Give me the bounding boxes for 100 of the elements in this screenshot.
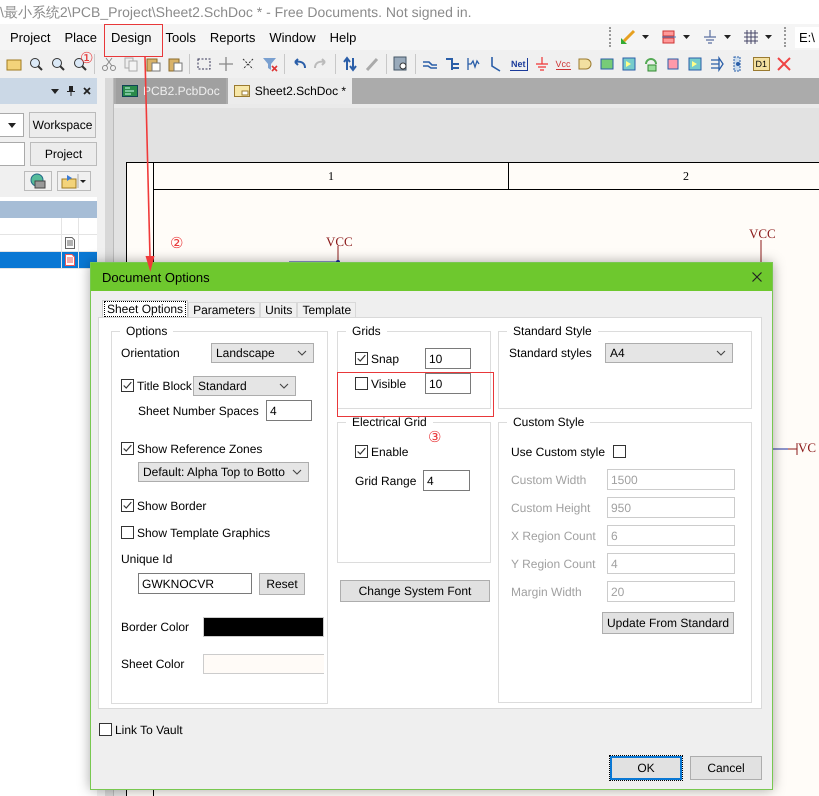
menu-item[interactable]: Help bbox=[330, 30, 356, 44]
globe-chip-icon[interactable] bbox=[24, 170, 52, 190]
inspect-icon[interactable] bbox=[393, 56, 409, 72]
ground-icon[interactable] bbox=[534, 56, 550, 72]
connector-icon[interactable] bbox=[708, 56, 725, 72]
move-icon[interactable] bbox=[218, 56, 234, 72]
part-label-tool[interactable]: D1 bbox=[752, 57, 770, 71]
input-field[interactable]: GWKNOCVR bbox=[138, 573, 252, 594]
checkbox[interactable] bbox=[121, 526, 134, 539]
input-field[interactable]: 4 bbox=[423, 470, 470, 491]
dropdown-icon[interactable] bbox=[51, 88, 59, 94]
checkbox[interactable] bbox=[613, 445, 626, 458]
ground-icon[interactable] bbox=[702, 29, 718, 45]
checkbox[interactable] bbox=[355, 377, 368, 390]
menu-item[interactable]: Reports bbox=[210, 30, 256, 44]
circuit-board-icon bbox=[122, 85, 138, 97]
step-number: ① bbox=[80, 50, 94, 66]
paste-icon[interactable] bbox=[145, 56, 161, 72]
chip-icon[interactable] bbox=[664, 56, 681, 72]
delete-icon[interactable] bbox=[776, 56, 792, 72]
update-from-standard-button[interactable]: Update From Standard bbox=[602, 612, 734, 634]
menu-item[interactable]: Place bbox=[64, 30, 97, 44]
align-icon[interactable] bbox=[661, 29, 677, 45]
step-number: ③ bbox=[428, 429, 442, 445]
bus-icon[interactable] bbox=[444, 56, 460, 72]
workspace-dropdown[interactable] bbox=[0, 113, 24, 137]
sheet-icon bbox=[234, 85, 250, 97]
menu-item[interactable]: Project bbox=[10, 30, 50, 44]
power-port-tool[interactable]: Vcc bbox=[556, 58, 571, 70]
copy-icon[interactable] bbox=[123, 56, 139, 72]
scissors-icon[interactable] bbox=[101, 56, 117, 72]
zoom-area-icon[interactable] bbox=[50, 56, 66, 72]
checkbox[interactable] bbox=[355, 445, 368, 458]
field-label: Standard styles bbox=[509, 346, 593, 360]
grid-icon[interactable] bbox=[743, 29, 759, 45]
input-field[interactable]: 10 bbox=[425, 373, 471, 394]
input-field[interactable]: 4 bbox=[266, 400, 312, 421]
project-field[interactable] bbox=[0, 142, 25, 166]
paste-icon[interactable] bbox=[167, 56, 183, 72]
pin-icon[interactable] bbox=[67, 86, 75, 96]
field-label: Grid Range bbox=[355, 474, 418, 488]
checkbox[interactable] bbox=[99, 723, 112, 736]
checkbox[interactable] bbox=[355, 352, 368, 365]
checkbox[interactable] bbox=[121, 379, 134, 392]
checkbox[interactable] bbox=[121, 499, 134, 512]
net-label: VCC bbox=[749, 226, 776, 242]
tab[interactable]: Sheet Options bbox=[102, 300, 188, 317]
field-label: Margin Width bbox=[511, 584, 583, 598]
tab[interactable]: Units bbox=[260, 302, 298, 317]
menu-item[interactable]: Window bbox=[269, 30, 316, 44]
workspace-button[interactable]: Workspace bbox=[29, 112, 96, 138]
filter-icon[interactable] bbox=[262, 56, 278, 72]
close-icon[interactable] bbox=[752, 272, 762, 282]
menu-item[interactable]: Design bbox=[111, 30, 152, 44]
caret-icon[interactable] bbox=[683, 35, 690, 39]
field-label: Border Color bbox=[121, 620, 190, 634]
dialog-button[interactable]: Cancel bbox=[690, 756, 762, 780]
change-font-button[interactable]: Change System Font bbox=[340, 580, 490, 602]
port-icon[interactable] bbox=[686, 56, 703, 72]
chevron-icon bbox=[716, 350, 726, 356]
checkbox-label: Show Border bbox=[137, 498, 206, 512]
orientation-dropdown[interactable]: Landscape bbox=[211, 342, 314, 362]
path-field[interactable]: E:\ bbox=[795, 26, 819, 48]
checkbox[interactable] bbox=[121, 442, 134, 455]
zone-number: 2 bbox=[509, 163, 819, 189]
checkbox-label: Enable bbox=[371, 444, 408, 458]
ruler-pencil-icon[interactable] bbox=[620, 29, 636, 45]
color-swatch[interactable] bbox=[203, 654, 324, 674]
component-icon[interactable] bbox=[598, 56, 615, 72]
dialog-title: Document Options bbox=[102, 270, 210, 284]
document-tab[interactable]: Sheet2.SchDoc * bbox=[228, 78, 352, 104]
checkbox-label: Title Block bbox=[137, 378, 192, 392]
caret-icon[interactable] bbox=[724, 35, 731, 39]
bus-entry-icon[interactable] bbox=[466, 56, 482, 72]
project-button[interactable]: Project bbox=[30, 142, 97, 166]
field-label: Custom Height bbox=[511, 500, 592, 514]
field-label: Sheet Color bbox=[121, 656, 186, 670]
zone-number: 1 bbox=[154, 163, 509, 189]
reference-zones-dropdown[interactable]: Default: Alpha Top to Botto bbox=[138, 462, 309, 482]
title-block-dropdown[interactable]: Standard bbox=[193, 376, 296, 396]
zoom-page-icon[interactable] bbox=[28, 56, 44, 72]
gate-icon[interactable] bbox=[576, 56, 593, 72]
menu-item[interactable]: Tools bbox=[165, 30, 196, 44]
input-field[interactable]: 10 bbox=[425, 348, 471, 369]
caret-icon[interactable] bbox=[642, 35, 649, 39]
tab[interactable]: Parameters bbox=[188, 302, 260, 317]
standard-style-dropdown[interactable]: A4 bbox=[605, 342, 733, 362]
group-title: Electrical Grid bbox=[351, 415, 428, 429]
arrows-icon[interactable] bbox=[342, 56, 358, 72]
caret-icon[interactable] bbox=[765, 35, 772, 39]
tab[interactable]: Template bbox=[297, 302, 356, 317]
net-label-tool[interactable]: Net bbox=[510, 58, 528, 70]
selection-icon[interactable] bbox=[196, 56, 212, 72]
file-row[interactable] bbox=[0, 252, 97, 269]
reset-button[interactable]: Reset bbox=[259, 572, 305, 594]
port-icon[interactable] bbox=[620, 56, 637, 72]
color-swatch[interactable] bbox=[203, 616, 324, 636]
chevron-icon bbox=[279, 382, 289, 388]
dialog-button[interactable]: OK bbox=[610, 756, 682, 780]
close-icon[interactable] bbox=[83, 87, 91, 95]
